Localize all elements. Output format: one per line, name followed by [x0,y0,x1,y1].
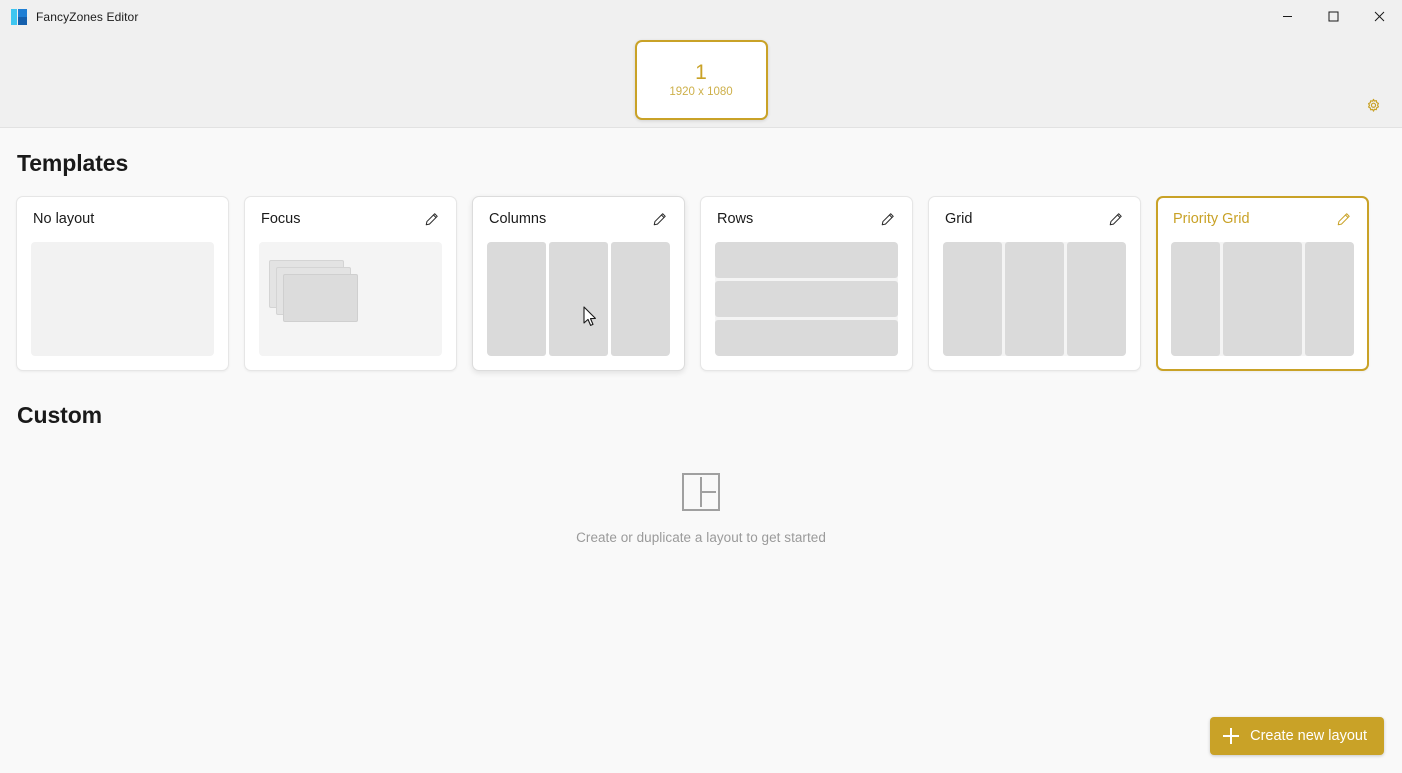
zone [715,281,898,317]
monitor-card-1[interactable]: 1 1920 x 1080 [634,40,768,120]
app-title: FancyZones Editor [36,9,139,24]
zone [1171,242,1220,356]
card-header: Priority Grid [1171,209,1354,235]
layout-card-focus[interactable]: Focus [244,196,457,371]
pencil-icon[interactable] [876,208,898,230]
card-header: Focus [259,209,442,235]
gear-icon[interactable] [1358,91,1388,121]
layout-card-label: Columns [489,211,547,227]
templates-card-row: No layout Focus Columns Rows Grid Priori… [16,196,1386,371]
layout-card-columns[interactable]: Columns [472,196,685,371]
main-content: Templates No layout Focus Columns Rows G… [0,150,1402,545]
card-header: Columns [487,209,670,235]
fancyzones-icon [11,8,27,25]
monitor-strip: 1 1920 x 1080 [0,33,1402,127]
zone [943,242,1002,356]
cascade-zones [259,242,442,356]
zone [549,242,608,356]
layout-preview-columns [487,242,670,356]
title-bar: FancyZones Editor [0,0,1402,33]
zone [1222,242,1303,356]
create-new-layout-label: Create new layout [1250,728,1367,744]
pencil-icon[interactable] [1104,208,1126,230]
layout-preview-priority-grid [1171,242,1354,356]
pencil-icon[interactable] [1332,208,1354,230]
zone [487,242,546,356]
create-new-layout-button[interactable]: Create new layout [1210,717,1384,755]
minimize-icon[interactable] [1264,0,1310,33]
layout-card-label: No layout [33,211,95,227]
empty-state-text: Create or duplicate a layout to get star… [576,530,826,545]
layout-card-label: Rows [717,211,754,227]
layout-card-grid[interactable]: Grid [928,196,1141,371]
zone [1067,242,1126,356]
monitor-resolution: 1920 x 1080 [669,86,733,99]
plus-icon [1223,728,1240,744]
close-icon[interactable] [1356,0,1402,33]
card-header: Grid [943,209,1126,235]
window-controls [1264,0,1402,33]
custom-heading: Custom [17,402,103,428]
custom-empty-state: Create or duplicate a layout to get star… [16,473,1386,545]
layout-preview-focus [259,242,442,356]
layout-card-no-layout[interactable]: No layout [16,196,229,371]
layout-preview-grid [943,242,1126,356]
zone [715,242,898,278]
layout-card-rows[interactable]: Rows [700,196,913,371]
pencil-icon[interactable] [648,208,670,230]
layout-card-label: Priority Grid [1173,211,1250,227]
monitor-header: 1 1920 x 1080 [0,33,1402,128]
monitor-index: 1 [695,61,707,85]
zone [611,242,670,356]
pencil-icon[interactable] [420,208,442,230]
layout-card-priority-grid[interactable]: Priority Grid [1156,196,1369,371]
card-header: No layout [31,209,214,235]
layout-card-label: Focus [261,211,301,227]
zone [1305,242,1354,356]
card-header: Rows [715,209,898,235]
maximize-icon[interactable] [1310,0,1356,33]
layout-preview-no-layout [31,242,214,356]
layout-zones-icon [682,473,720,511]
layout-preview-rows [715,242,898,356]
templates-heading: Templates [17,150,129,176]
title-bar-drag-region[interactable]: FancyZones Editor [0,0,1264,33]
zone [1005,242,1064,356]
layout-card-label: Grid [945,211,973,227]
zone [715,320,898,356]
